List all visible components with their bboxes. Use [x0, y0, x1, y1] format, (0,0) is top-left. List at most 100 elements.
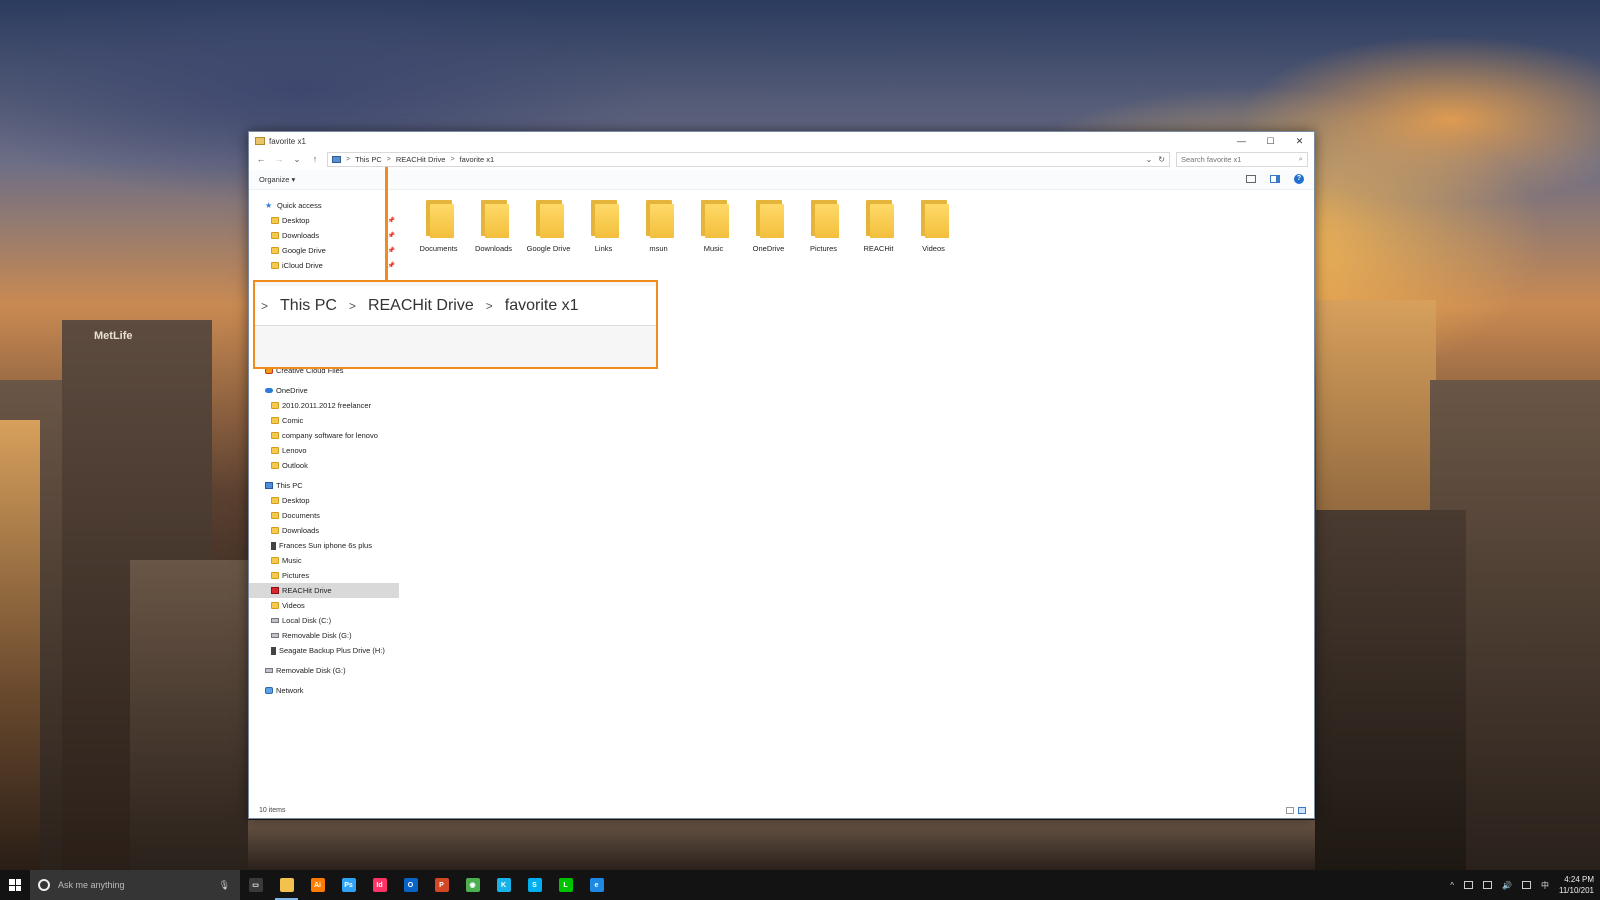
nav-item-onedrive-folder[interactable]: Comic [249, 413, 399, 428]
taskbar-outlook-button[interactable]: O [395, 870, 426, 900]
nav-item-icloud-drive[interactable]: iCloud Drive 📌 [249, 258, 399, 273]
show-hidden-icons-icon[interactable]: ^ [1450, 881, 1454, 890]
close-button[interactable]: ✕ [1285, 132, 1314, 150]
windows-logo-icon [9, 879, 21, 891]
nav-label: Videos [282, 601, 305, 610]
nav-onedrive[interactable]: OneDrive [249, 383, 399, 398]
folder-item[interactable]: Music [686, 198, 741, 253]
taskbar-illustrator-button[interactable]: Ai [302, 870, 333, 900]
taskbar-kodi-button[interactable]: K [488, 870, 519, 900]
nav-item-desktop[interactable]: Desktop 📌 [249, 213, 399, 228]
nav-item-onedrive-folder[interactable]: 2010.2011.2012 freelancer [249, 398, 399, 413]
nav-item-local-disk[interactable]: Local Disk (C:) [249, 613, 399, 628]
nav-this-pc[interactable]: This PC [249, 478, 399, 493]
folder-item[interactable]: Google Drive [521, 198, 576, 253]
help-icon[interactable]: ? [1294, 174, 1304, 184]
nav-item-google-drive[interactable]: Google Drive 📌 [249, 243, 399, 258]
folder-item[interactable]: OneDrive [741, 198, 796, 253]
nav-item-desktop[interactable]: Desktop [249, 493, 399, 508]
breadcrumb-reachit-drive[interactable]: REACHit Drive [396, 155, 446, 164]
folder-item[interactable]: REACHit [851, 198, 906, 253]
clock-time: 4:24 PM [1564, 875, 1594, 884]
taskbar-chrome-button[interactable]: ◉ [457, 870, 488, 900]
network-icon[interactable] [1483, 881, 1493, 889]
this-pc-icon [332, 155, 341, 163]
address-box[interactable]: > This PC > REACHit Drive > favorite x1 … [327, 151, 1170, 167]
folder-item[interactable]: Pictures [796, 198, 851, 253]
message-icon[interactable] [1522, 881, 1531, 889]
nav-item-documents[interactable]: Documents [249, 508, 399, 523]
nav-network[interactable]: Network [249, 683, 399, 698]
forward-arrow-icon[interactable]: → [273, 154, 285, 164]
building [130, 560, 248, 870]
refresh-icon[interactable]: ↻ [1158, 155, 1165, 164]
taskbar-indesign-button[interactable]: Id [364, 870, 395, 900]
nav-item-downloads[interactable]: Downloads [249, 523, 399, 538]
volume-icon[interactable]: 🔊 [1502, 881, 1512, 890]
folder-item[interactable]: msun [631, 198, 686, 253]
folder-item[interactable]: Links [576, 198, 631, 253]
cloud-icon [265, 388, 273, 393]
nav-label: Seagate Backup Plus Drive (H:) [279, 646, 385, 655]
minimize-button[interactable]: — [1227, 132, 1256, 150]
network-icon [265, 687, 273, 694]
clock[interactable]: 4:24 PM 11/10/201 [1559, 874, 1594, 896]
folder-label: Downloads [474, 244, 513, 253]
taskbar: Ask me anything 🎙 ▭ Ai Ps Id O P ◉ K S Le ^ 🔊 中 4… [0, 870, 1600, 900]
search-box[interactable]: ⌕ [1176, 151, 1308, 167]
item-count: 10 items [259, 806, 286, 814]
nav-item-removable-disk[interactable]: Removable Disk (G:) [249, 628, 399, 643]
folder-item[interactable]: Downloads [466, 198, 521, 253]
nav-quick-access[interactable]: ★ Quick access [249, 198, 399, 213]
input-method-icon[interactable]: 中 [1541, 880, 1549, 891]
callout-crumb-favorite-x1: favorite x1 [504, 296, 579, 314]
folder-icon [809, 200, 839, 238]
breadcrumb-favorite-x1[interactable]: favorite x1 [460, 155, 495, 164]
battery-icon[interactable] [1464, 881, 1474, 889]
change-view-icon[interactable] [1246, 175, 1256, 183]
nav-item-onedrive-folder[interactable]: company software for lenovo [249, 428, 399, 443]
details-view-icon[interactable] [1286, 806, 1294, 814]
title-bar[interactable]: favorite x1 — ☐ ✕ [249, 132, 1314, 150]
maximize-button[interactable]: ☐ [1256, 132, 1285, 150]
nav-removable-disk[interactable]: Removable Disk (G:) [249, 663, 399, 678]
taskbar-powerpoint-button[interactable]: P [426, 870, 457, 900]
organize-menu-button[interactable]: Organize ▾ [259, 175, 295, 184]
outlook-icon: O [403, 878, 418, 892]
up-arrow-icon[interactable]: ↑ [309, 154, 321, 164]
taskbar-skype-button[interactable]: S [519, 870, 550, 900]
folder-item[interactable]: Documents [411, 198, 466, 253]
breadcrumb-this-pc[interactable]: This PC [355, 155, 382, 164]
search-input[interactable] [1181, 154, 1291, 164]
taskbar-line-button[interactable]: L [550, 870, 581, 900]
preview-pane-icon[interactable] [1270, 175, 1280, 183]
taskbar-file-explorer-button[interactable] [271, 870, 302, 900]
cortana-search-box[interactable]: Ask me anything 🎙 [30, 870, 240, 900]
start-button[interactable] [0, 870, 30, 900]
microphone-icon[interactable]: 🎙 [219, 880, 230, 891]
recent-locations-chevron-icon[interactable]: ⌄ [291, 154, 303, 165]
nav-item-videos[interactable]: Videos [249, 598, 399, 613]
folder-item[interactable]: Videos [906, 198, 961, 253]
taskbar-photoshop-button[interactable]: Ps [333, 870, 364, 900]
nav-item-music[interactable]: Music [249, 553, 399, 568]
folder-icon [699, 200, 729, 238]
nav-item-pictures[interactable]: Pictures [249, 568, 399, 583]
file-explorer-window[interactable]: favorite x1 — ☐ ✕ ← → ⌄ ↑ > This PC > RE… [248, 131, 1315, 819]
folder-label: Videos [922, 244, 945, 253]
task-view-icon: ▭ [248, 878, 263, 892]
nav-item-onedrive-folder[interactable]: Outlook [249, 458, 399, 473]
taskbar-task-view-button[interactable]: ▭ [240, 870, 271, 900]
back-arrow-icon[interactable]: ← [255, 154, 267, 164]
taskbar-edge-button[interactable]: e [581, 870, 612, 900]
edge-icon: e [589, 878, 604, 892]
nav-item-iphone[interactable]: Frances Sun iphone 6s plus [249, 538, 399, 553]
nav-item-seagate-drive[interactable]: Seagate Backup Plus Drive (H:) [249, 643, 399, 658]
nav-item-onedrive-folder[interactable]: Lenovo [249, 443, 399, 458]
nav-item-downloads[interactable]: Downloads 📌 [249, 228, 399, 243]
address-dropdown-icon[interactable]: ⌄ [1146, 155, 1153, 164]
nav-label: Pictures [282, 571, 310, 580]
search-icon[interactable]: ⌕ [1299, 154, 1303, 164]
nav-item-reachit-drive[interactable]: REACHit Drive [249, 583, 399, 598]
large-icons-view-icon[interactable] [1298, 806, 1306, 814]
